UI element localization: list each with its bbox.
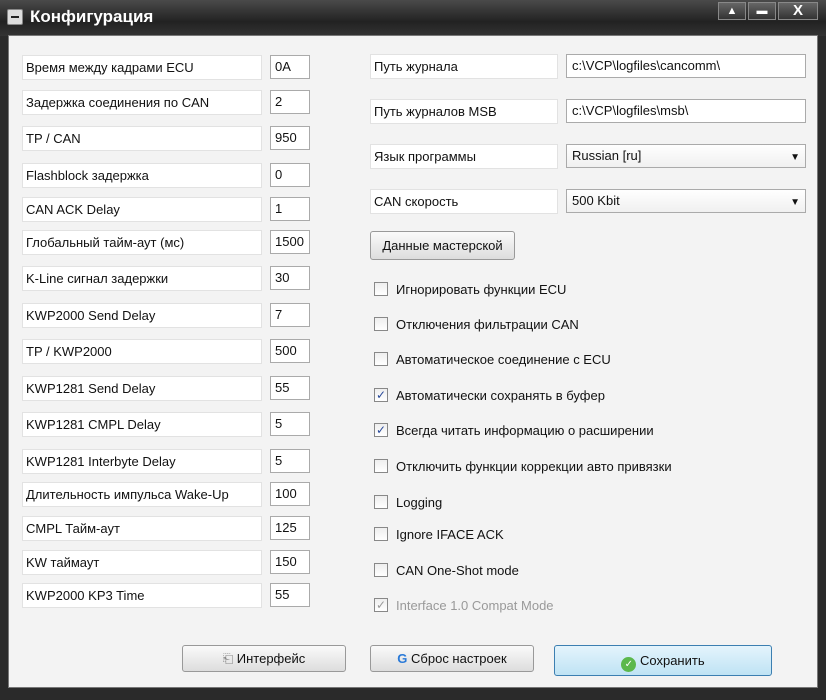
setting-input[interactable]: c:\VCP\logfiles\cancomm\: [566, 54, 806, 78]
param-label: KWP1281 Send Delay: [22, 376, 262, 401]
param-value-input[interactable]: 0: [270, 163, 310, 187]
checkbox-label: Interface 1.0 Compat Mode: [396, 597, 554, 613]
param-value-input[interactable]: 1: [270, 197, 310, 221]
checkbox[interactable]: [374, 317, 388, 331]
workshop-data-button[interactable]: Данные мастерской: [370, 231, 515, 260]
setting-label: Путь журналов MSB: [370, 99, 558, 124]
checkbox-label: Игнорировать функции ECU: [396, 281, 567, 297]
checkbox-option[interactable]: Игнорировать функции ECU: [374, 280, 566, 298]
param-label: KWP1281 CMPL Delay: [22, 412, 262, 437]
interface-button[interactable]: ⎗ Интерфейс: [182, 645, 346, 672]
checkbox-option[interactable]: ✓ Всегда читать информацию о расширении: [374, 421, 654, 439]
param-value-input[interactable]: 30: [270, 266, 310, 290]
param-value-input[interactable]: 125: [270, 516, 310, 540]
param-label: Задержка соединения по CAN: [22, 90, 262, 115]
param-label: Flashblock задержка: [22, 163, 262, 188]
chevron-down-icon: ▼: [790, 152, 800, 163]
minimize-button[interactable]: ▬: [748, 2, 776, 20]
param-label: Длительность импульса Wake-Up: [22, 482, 262, 507]
reset-icon: G: [397, 651, 412, 666]
param-label: TP / CAN: [22, 126, 262, 151]
checkbox: ✓: [374, 598, 388, 612]
checkbox[interactable]: [374, 495, 388, 509]
param-label: Время между кадрами ECU: [22, 55, 262, 80]
param-value-input[interactable]: 7: [270, 303, 310, 327]
reset-button[interactable]: G Сброс настроек: [370, 645, 534, 672]
checkbox[interactable]: [374, 527, 388, 541]
param-label: KWP2000 KP3 Time: [22, 583, 262, 608]
param-value-input[interactable]: 55: [270, 583, 310, 607]
checkbox-label: CAN One-Shot mode: [396, 562, 519, 578]
checkbox-option[interactable]: Отключения фильтрации CAN: [374, 315, 579, 333]
setting-value: c:\VCP\logfiles\msb\: [572, 103, 689, 118]
checkbox-option[interactable]: Ignore IFACE ACK: [374, 525, 504, 543]
setting-label: Путь журнала: [370, 54, 558, 79]
param-value-input[interactable]: 100: [270, 482, 310, 506]
param-value-input[interactable]: 500: [270, 339, 310, 363]
param-label: CAN ACK Delay: [22, 197, 262, 222]
checkbox-label: Отключения фильтрации CAN: [396, 316, 579, 332]
checkbox-label: Logging: [396, 494, 443, 510]
param-value-input[interactable]: 0A: [270, 55, 310, 79]
setting-value: Russian [ru]: [572, 148, 642, 163]
checkbox-option[interactable]: Logging: [374, 493, 442, 511]
save-button[interactable]: ✓ Сохранить: [554, 645, 772, 676]
checkbox[interactable]: [374, 352, 388, 366]
checkbox-option[interactable]: CAN One-Shot mode: [374, 561, 519, 579]
param-value-input[interactable]: 2: [270, 90, 310, 114]
check-circle-icon: ✓: [621, 657, 637, 672]
setting-label: CAN скорость: [370, 189, 558, 214]
chevron-down-icon: ▼: [790, 197, 800, 208]
interface-icon: ⎗: [222, 651, 237, 666]
checkbox-label: Отключить функции коррекции авто привязк…: [396, 458, 672, 474]
param-label: K-Line сигнал задержки: [22, 266, 262, 291]
setting-dropdown[interactable]: Russian [ru] ▼: [566, 144, 806, 168]
checkbox-label: Ignore IFACE ACK: [396, 526, 504, 542]
param-label: KW таймаут: [22, 550, 262, 575]
checkbox[interactable]: ✓: [374, 423, 388, 437]
checkbox[interactable]: [374, 282, 388, 296]
param-label: KWP2000 Send Delay: [22, 303, 262, 328]
param-label: KWP1281 Interbyte Delay: [22, 449, 262, 474]
checkbox-option: ✓ Interface 1.0 Compat Mode: [374, 596, 554, 614]
param-label: Глобальный тайм-аут (мс): [22, 230, 262, 255]
param-label: CMPL Тайм-аут: [22, 516, 262, 541]
system-menu-icon[interactable]: [7, 9, 23, 25]
param-value-input[interactable]: 55: [270, 376, 310, 400]
checkbox-option[interactable]: Автоматическое соединение с ECU: [374, 350, 611, 368]
title-bar: Конфигурация ▲ ▬ X: [0, 0, 826, 36]
checkbox-option[interactable]: Отключить функции коррекции авто привязк…: [374, 457, 672, 475]
checkbox[interactable]: ✓: [374, 388, 388, 402]
checkbox-label: Автоматически сохранять в буфер: [396, 387, 605, 403]
checkbox[interactable]: [374, 563, 388, 577]
param-value-input[interactable]: 150: [270, 550, 310, 574]
window-title: Конфигурация: [30, 7, 154, 26]
param-value-input[interactable]: 5: [270, 449, 310, 473]
checkbox-label: Автоматическое соединение с ECU: [396, 351, 611, 367]
maximize-button[interactable]: ▲: [718, 2, 746, 20]
checkbox[interactable]: [374, 459, 388, 473]
param-value-input[interactable]: 5: [270, 412, 310, 436]
param-value-input[interactable]: 950: [270, 126, 310, 150]
checkbox-label: Всегда читать информацию о расширении: [396, 422, 654, 438]
param-label: TP / KWP2000: [22, 339, 262, 364]
setting-dropdown[interactable]: 500 Kbit ▼: [566, 189, 806, 213]
setting-input[interactable]: c:\VCP\logfiles\msb\: [566, 99, 806, 123]
setting-label: Язык программы: [370, 144, 558, 169]
setting-value: 500 Kbit: [572, 193, 620, 208]
param-value-input[interactable]: 1500: [270, 230, 310, 254]
setting-value: c:\VCP\logfiles\cancomm\: [572, 58, 721, 73]
close-button[interactable]: X: [778, 2, 818, 20]
checkbox-option[interactable]: ✓ Автоматически сохранять в буфер: [374, 386, 605, 404]
